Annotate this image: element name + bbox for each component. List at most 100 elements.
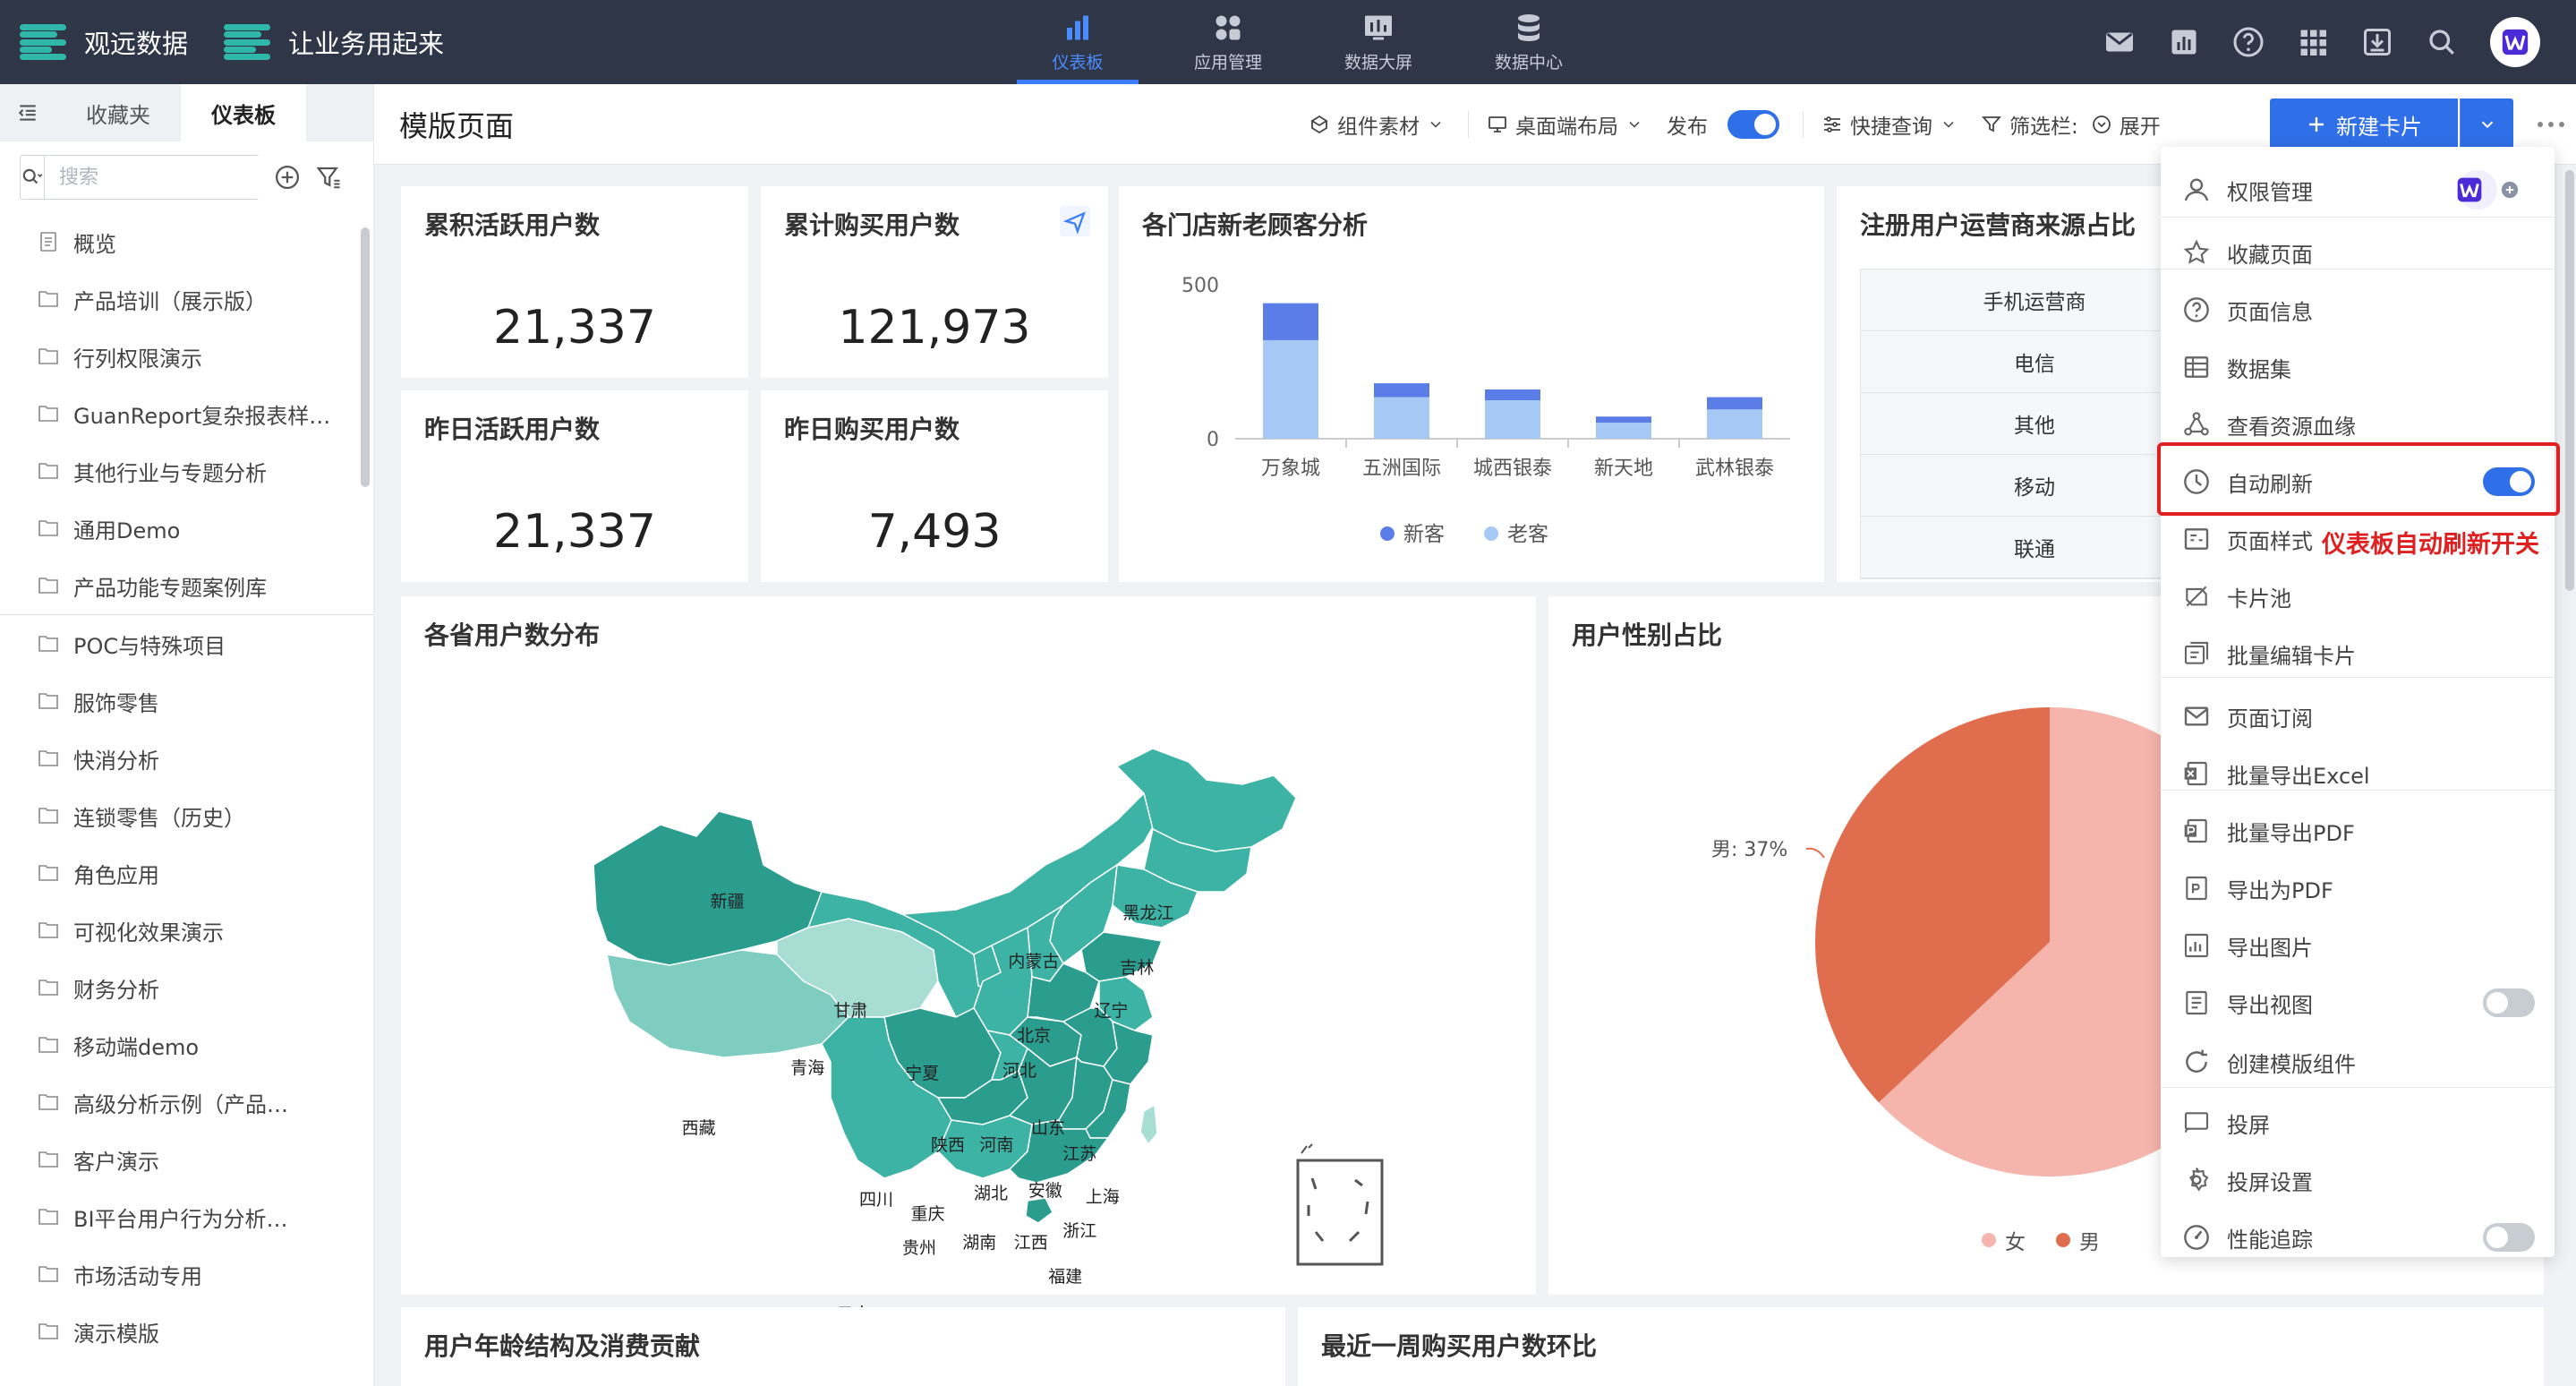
mail-icon[interactable] (2103, 26, 2136, 58)
menu-item-view[interactable]: 导出视图 (2161, 974, 2555, 1031)
tab-dashboard[interactable]: 仪表板 (1002, 0, 1153, 84)
tab-data-center[interactable]: 数据中心 (1454, 0, 1604, 84)
week-card[interactable]: 最近一周购买用户数环比 (1298, 1307, 2544, 1386)
filter-icon[interactable] (315, 164, 342, 191)
add-user-icon[interactable] (2501, 181, 2519, 199)
sidebar-item-folder[interactable]: 其他行业与专题分析 (0, 442, 373, 500)
search-type-dropdown[interactable] (21, 156, 45, 199)
owner-avatar[interactable] (2457, 170, 2497, 210)
kpi-card[interactable]: 累积活跃用户数 21,337 (401, 186, 748, 378)
download-icon[interactable] (2361, 26, 2393, 58)
menu-item-export-pdf[interactable]: 导出为PDF (2161, 860, 2555, 917)
folder-icon (38, 1209, 58, 1225)
menu-toggle[interactable] (2483, 1223, 2535, 1252)
menu-toggle[interactable] (2483, 988, 2535, 1017)
sidebar-item-folder[interactable]: 演示模版 (0, 1303, 373, 1360)
store-chart-card[interactable]: 各门店新老顾客分析 0 500 万象城 五洲国际 城西银泰 新天地 武林银泰 新客 老客 (1119, 186, 1824, 582)
new-card-dropdown-button[interactable] (2460, 98, 2513, 150)
legend-item[interactable]: 女 (1982, 1225, 2026, 1255)
legend-item[interactable]: 男 (2056, 1225, 2100, 1255)
sidebar-item-label: 快消分析 (73, 748, 159, 774)
page-scrollbar[interactable] (2565, 170, 2574, 591)
sidebar-item-folder[interactable]: 产品功能专题案例库 (0, 557, 373, 614)
menu-item-user[interactable]: 权限管理 (2161, 161, 2555, 218)
expand-filter-button[interactable]: 展开 (2091, 109, 2161, 140)
sidebar-item-folder[interactable]: GuanReport复杂报表样… (0, 385, 373, 442)
menu-divider (2161, 790, 2555, 791)
search-input[interactable] (45, 156, 304, 199)
grid-menu-icon[interactable] (2297, 26, 2329, 58)
screen-icon (1365, 15, 1392, 39)
pie-data-label: 男: 37% (1711, 839, 1787, 861)
sidebar-item-overview[interactable]: 概览 (0, 213, 373, 270)
menu-item-excel[interactable]: 批量导出Excel (2161, 745, 2555, 802)
sidebar-scrollbar[interactable] (361, 227, 370, 487)
operator-card[interactable]: 注册用户运营商来源占比 手机运营商 电信 其他 移动 联通 (1837, 186, 2168, 582)
kpi-card[interactable]: 昨日活跃用户数 21,337 (401, 390, 748, 582)
menu-item-gauge[interactable]: 性能追踪 (2161, 1209, 2555, 1266)
sidebar-item-folder[interactable]: 服饰零售 (0, 672, 373, 730)
sidebar-item-folder[interactable]: 快消分析 (0, 730, 373, 787)
folder-icon (38, 980, 58, 996)
tab-dashboards[interactable]: 仪表板 (181, 84, 306, 141)
layout-dropdown[interactable]: 桌面端布局 (1487, 109, 1643, 140)
help-icon[interactable] (2232, 26, 2265, 58)
sidebar-item-folder[interactable]: BI平台用户行为分析… (0, 1188, 373, 1245)
sidebar-item-folder[interactable]: 高级分析示例（产品… (0, 1074, 373, 1131)
menu-item-table[interactable]: 数据集 (2161, 338, 2555, 396)
menu-item-card-pool[interactable]: 卡片池 (2161, 568, 2555, 625)
sidebar-item-folder[interactable]: 可视化效果演示 (0, 902, 373, 959)
new-card-button[interactable]: 新建卡片 (2270, 98, 2458, 150)
star-icon (2183, 239, 2210, 264)
sidebar-item-folder[interactable]: 角色应用 (0, 844, 373, 902)
send-icon[interactable] (1060, 206, 1090, 236)
menu-item-gear[interactable]: 投屏设置 (2161, 1151, 2555, 1209)
menu-item-pdf[interactable]: 批量导出PDF (2161, 802, 2555, 860)
sidebar-item-folder[interactable]: 客户演示 (0, 1131, 373, 1188)
bar-old (1374, 397, 1429, 439)
menu-item-mail[interactable]: 页面订阅 (2161, 688, 2555, 745)
sidebar-item-folder[interactable]: 市场活动专用 (0, 1245, 373, 1303)
components-dropdown[interactable]: 组件素材 (1309, 109, 1445, 140)
tab-data-screen[interactable]: 数据大屏 (1303, 0, 1454, 84)
map-card[interactable]: 各省用户数分布 新疆 西藏 青海 甘肃 内蒙古 黑龙江 吉林 辽宁 北京 河北 … (401, 596, 1536, 1379)
kpi-card[interactable]: 累计购买用户数 121,973 (761, 186, 1108, 378)
kpi-title: 昨日购买用户数 (784, 415, 960, 444)
report-icon[interactable] (2168, 26, 2200, 58)
sidebar-item-folder[interactable]: 通用Demo (0, 500, 373, 557)
sidebar-item-label: 概览 (73, 231, 116, 257)
quick-query-dropdown[interactable]: 快捷查询 (1821, 109, 1958, 140)
sidebar-item-label: 角色应用 (73, 862, 159, 888)
add-circle-icon[interactable] (274, 164, 301, 191)
menu-item-label: 投屏 (2227, 1112, 2270, 1138)
menu-item-star[interactable]: 收藏页面 (2161, 224, 2555, 281)
age-card[interactable]: 用户年龄结构及消费贡献 (401, 1307, 1285, 1386)
sidebar-item-folder[interactable]: 产品培训（展示版） (0, 270, 373, 328)
sidebar-item-folder[interactable]: 财务分析 (0, 959, 373, 1016)
sidebar-item-folder[interactable]: POC与特殊项目 (0, 615, 373, 672)
brand-logo[interactable]: 观远数据 (20, 0, 188, 84)
sidebar-item-label: 通用Demo (73, 518, 181, 543)
more-options-button[interactable] (2531, 98, 2571, 150)
folder-icon (38, 348, 58, 364)
menu-item-cast[interactable]: 投屏 (2161, 1094, 2555, 1151)
sidebar-item-folder[interactable]: 行列权限演示 (0, 328, 373, 385)
menu-item-image[interactable]: 导出图片 (2161, 917, 2555, 974)
menu-item-question[interactable]: 页面信息 (2161, 281, 2555, 338)
publish-toggle[interactable] (1727, 110, 1779, 139)
tab-favorites[interactable]: 收藏夹 (55, 84, 181, 141)
collapse-sidebar-button[interactable] (0, 84, 55, 141)
image-icon (2184, 933, 2209, 958)
nav-icon-group (2103, 0, 2540, 84)
search-icon[interactable] (2426, 26, 2458, 58)
chevron-down-icon (1430, 121, 1441, 128)
tab-app-management[interactable]: 应用管理 (1153, 0, 1303, 84)
kpi-card[interactable]: 昨日购买用户数 7,493 (761, 390, 1108, 582)
avatar[interactable] (2490, 17, 2540, 67)
sidebar-item-folder[interactable]: 连锁零售（历史） (0, 787, 373, 844)
menu-item-label: 权限管理 (2227, 179, 2313, 205)
menu-item-batch-edit[interactable]: 批量编辑卡片 (2161, 625, 2555, 682)
menu-item-template[interactable]: 创建模版组件 (2161, 1033, 2555, 1091)
menu-item-label: 导出为PDF (2227, 877, 2333, 903)
sidebar-item-folder[interactable]: 移动端demo (0, 1016, 373, 1074)
